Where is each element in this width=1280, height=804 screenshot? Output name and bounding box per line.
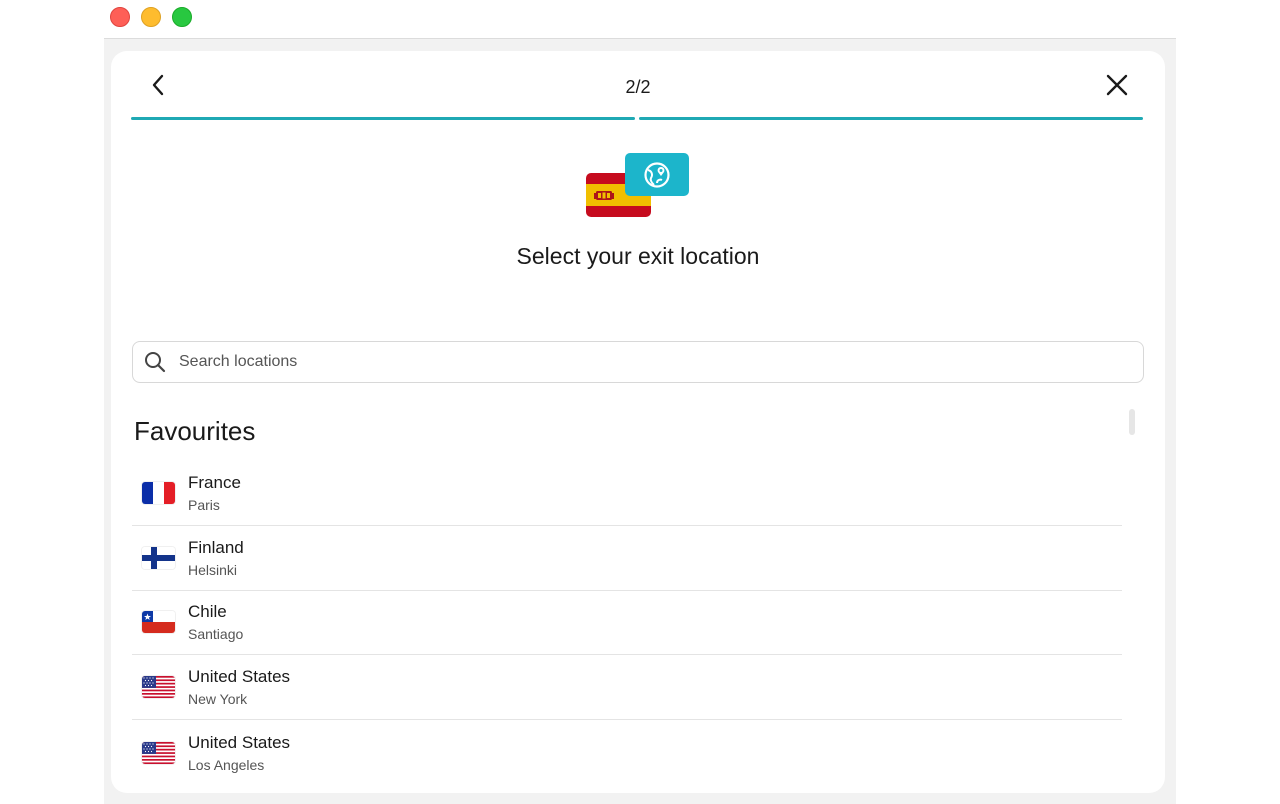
search-input[interactable] bbox=[179, 342, 1143, 382]
city-name: New York bbox=[188, 691, 248, 708]
list-item[interactable]: United States Los Angeles bbox=[132, 720, 1122, 785]
progress-step-1 bbox=[131, 117, 635, 120]
close-icon bbox=[1106, 74, 1128, 96]
header: 2/2 bbox=[111, 51, 1165, 121]
close-button[interactable] bbox=[1105, 73, 1129, 97]
search-box bbox=[132, 341, 1144, 383]
progress-step-2 bbox=[639, 117, 1143, 120]
list-item[interactable]: Finland Helsinki bbox=[132, 526, 1122, 591]
list-item[interactable]: France Paris bbox=[132, 461, 1122, 526]
chile-flag-icon bbox=[142, 611, 175, 634]
globe-pin-icon bbox=[625, 153, 689, 196]
window-close-button[interactable] bbox=[110, 7, 130, 27]
window-controls bbox=[110, 7, 192, 27]
finland-flag-icon bbox=[142, 546, 175, 569]
country-name: France bbox=[188, 472, 241, 492]
country-name: Chile bbox=[188, 602, 227, 622]
scrollbar[interactable] bbox=[1129, 409, 1135, 435]
favourites-heading: Favourites bbox=[134, 416, 256, 446]
favourites-list: France Paris Finland Helsinki Chile Sant… bbox=[132, 461, 1122, 785]
list-item[interactable]: United States New York bbox=[132, 655, 1122, 721]
window-minimize-button[interactable] bbox=[141, 7, 161, 27]
window-maximize-button[interactable] bbox=[172, 7, 192, 27]
us-flag-icon bbox=[142, 676, 175, 699]
hero-illustration bbox=[111, 151, 1165, 221]
country-name: United States bbox=[188, 667, 291, 687]
city-name: Paris bbox=[188, 496, 220, 513]
city-name: Los Angeles bbox=[188, 756, 265, 773]
country-name: United States bbox=[188, 732, 291, 752]
app-window: 2/2 Select your exit location Search loc… bbox=[104, 38, 1176, 804]
page-title: Select your exit location bbox=[516, 243, 760, 269]
step-indicator: 2/2 bbox=[625, 77, 651, 97]
progress-bar bbox=[131, 117, 1143, 120]
list-item[interactable]: Chile Santiago bbox=[132, 591, 1122, 656]
location-selector-panel: 2/2 Select your exit location Search loc… bbox=[111, 51, 1165, 793]
city-name: Santiago bbox=[188, 626, 244, 643]
france-flag-icon bbox=[142, 481, 175, 504]
city-name: Helsinki bbox=[188, 561, 238, 578]
country-name: Finland bbox=[188, 537, 244, 557]
search-icon bbox=[143, 350, 167, 374]
us-flag-icon bbox=[142, 741, 175, 764]
